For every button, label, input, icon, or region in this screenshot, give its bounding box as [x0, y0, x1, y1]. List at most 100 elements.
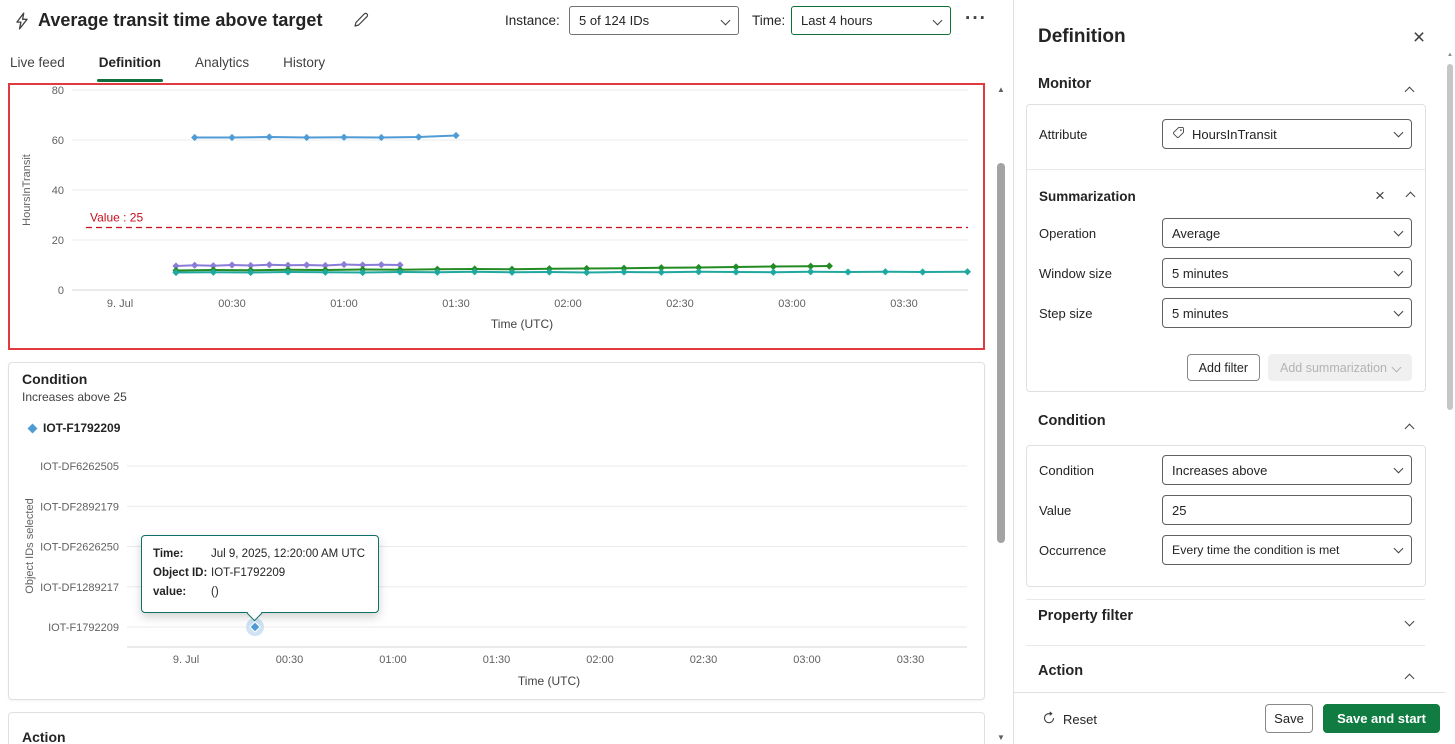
operation-dropdown[interactable]: Average	[1162, 218, 1412, 248]
svg-text:40: 40	[52, 185, 64, 197]
save-button[interactable]: Save	[1265, 704, 1313, 733]
svg-text:Time (UTC): Time (UTC)	[491, 317, 553, 331]
value-input[interactable]	[1172, 503, 1402, 518]
panel-scrollbar[interactable]: ▲	[1445, 0, 1455, 744]
section-property-filter-header[interactable]: Property filter	[1038, 608, 1133, 624]
svg-text:9. Jul: 9. Jul	[107, 298, 133, 310]
occurrence-dropdown[interactable]: Every time the condition is met	[1162, 535, 1412, 565]
svg-text:Value : 25: Value : 25	[90, 211, 143, 225]
svg-text:03:30: 03:30	[890, 298, 918, 310]
section-action-header[interactable]: Action	[1038, 663, 1083, 679]
chevron-up-icon[interactable]	[1399, 185, 1421, 207]
divider	[1026, 599, 1425, 600]
value-field[interactable]	[1162, 495, 1412, 525]
svg-text:IOT-DF1289217: IOT-DF1289217	[40, 582, 119, 594]
main-scrollbar-thumb[interactable]	[997, 163, 1005, 543]
chevron-down-icon	[1392, 363, 1402, 373]
definition-panel: Definition × Monitor Attribute HoursInTr…	[1013, 0, 1445, 744]
time-dropdown[interactable]: Last 4 hours	[791, 6, 951, 35]
chevron-up-icon[interactable]	[1406, 669, 1413, 687]
svg-text:Time (UTC): Time (UTC)	[518, 674, 580, 688]
edit-title-icon[interactable]	[353, 12, 369, 33]
tooltip-time-value: Jul 9, 2025, 12:20:00 AM UTC	[211, 545, 365, 564]
chevron-down-icon	[721, 16, 731, 26]
chevron-up-icon[interactable]	[1406, 82, 1413, 100]
operation-value: Average	[1172, 226, 1388, 241]
tab-definition[interactable]: Definition	[97, 46, 163, 83]
tab-analytics[interactable]: Analytics	[193, 46, 251, 83]
occurrence-value: Every time the condition is met	[1172, 543, 1388, 557]
svg-text:0: 0	[58, 285, 64, 297]
monitor-card: Attribute HoursInTransit Summarization ×…	[1026, 104, 1426, 392]
condition-value: Increases above	[1172, 463, 1388, 478]
svg-text:Object IDs selected: Object IDs selected	[24, 498, 36, 593]
attribute-dropdown[interactable]: HoursInTransit	[1162, 119, 1412, 149]
reset-button[interactable]: Reset	[1036, 704, 1103, 734]
svg-text:03:30: 03:30	[897, 654, 925, 666]
svg-text:IOT-F1792209: IOT-F1792209	[48, 622, 119, 634]
condition-label: Condition	[1039, 463, 1094, 478]
instance-dropdown[interactable]: 5 of 124 IDs	[569, 6, 739, 35]
scroll-up-icon[interactable]: ▲	[1445, 52, 1455, 58]
svg-text:01:30: 01:30	[442, 298, 470, 310]
tooltip-object-value: IOT-F1792209	[211, 564, 285, 583]
tab-bar: Live feed Definition Analytics History	[8, 46, 327, 83]
step-size-value: 5 minutes	[1172, 306, 1388, 321]
scroll-up-icon[interactable]: ▲	[993, 85, 1009, 94]
svg-text:00:30: 00:30	[218, 298, 246, 310]
scroll-down-icon[interactable]: ▼	[993, 733, 1009, 742]
chevron-down-icon[interactable]	[1406, 612, 1413, 630]
flow-icon	[13, 12, 31, 35]
svg-text:IOT-DF6262505: IOT-DF6262505	[40, 461, 119, 473]
time-label: Time:	[752, 13, 785, 28]
panel-scrollbar-thumb[interactable]	[1447, 64, 1453, 410]
svg-text:HoursInTransit: HoursInTransit	[21, 154, 33, 226]
svg-text:03:00: 03:00	[778, 298, 806, 310]
svg-text:20: 20	[52, 235, 64, 247]
condition-chart-card: Condition Increases above 25 IOT-F179220…	[8, 362, 985, 700]
window-size-dropdown[interactable]: 5 minutes	[1162, 258, 1412, 288]
svg-text:02:30: 02:30	[666, 298, 694, 310]
summarization-title: Summarization	[1039, 189, 1136, 204]
add-filter-button[interactable]: Add filter	[1187, 354, 1260, 381]
add-summarization-button[interactable]: Add summarization	[1268, 354, 1412, 381]
panel-footer: Reset Save Save and start	[1014, 692, 1445, 744]
operation-label: Operation	[1039, 226, 1096, 241]
tab-history[interactable]: History	[281, 46, 327, 83]
chevron-down-icon	[1394, 464, 1404, 474]
svg-text:80: 80	[52, 85, 64, 97]
occurrence-label: Occurrence	[1039, 543, 1106, 558]
divider	[1026, 645, 1425, 646]
tooltip-object-label: Object ID:	[153, 564, 211, 583]
tooltip-value-label: value:	[153, 583, 211, 602]
close-panel-icon[interactable]: ×	[1407, 26, 1431, 50]
chevron-up-icon[interactable]	[1406, 419, 1413, 437]
svg-text:01:00: 01:00	[330, 298, 358, 310]
chevron-down-icon	[1394, 128, 1404, 138]
more-options-button[interactable]: ···	[960, 4, 992, 34]
main-scrollbar[interactable]: ▲ ▼	[993, 83, 1009, 744]
step-size-dropdown[interactable]: 5 minutes	[1162, 298, 1412, 328]
attribute-label: Attribute	[1039, 127, 1087, 142]
step-size-label: Step size	[1039, 306, 1092, 321]
window-size-label: Window size	[1039, 266, 1112, 281]
legend-item[interactable]: IOT-F1792209	[29, 421, 120, 435]
window-size-value: 5 minutes	[1172, 266, 1388, 281]
remove-summarization-icon[interactable]: ×	[1369, 185, 1391, 207]
svg-text:60: 60	[52, 135, 64, 147]
monitor-chart-card[interactable]: 0 20 40 60 80 Value : 25 9. Jul 00:30 01:00 01:30…	[8, 83, 985, 350]
page-title: Average transit time above target	[38, 10, 322, 31]
save-and-start-button[interactable]: Save and start	[1323, 704, 1440, 733]
svg-text:IOT-DF2892179: IOT-DF2892179	[40, 501, 119, 513]
section-monitor-header[interactable]: Monitor	[1038, 76, 1091, 92]
monitor-chart[interactable]: 0 20 40 60 80 Value : 25 9. Jul 00:30 01:00 01:30…	[10, 85, 983, 348]
chevron-down-icon	[1394, 267, 1404, 277]
chevron-down-icon	[933, 16, 943, 26]
condition-dropdown[interactable]: Increases above	[1162, 455, 1412, 485]
app: Average transit time above target Instan…	[0, 0, 1455, 744]
tab-live-feed[interactable]: Live feed	[8, 46, 67, 83]
section-condition-header[interactable]: Condition	[1038, 413, 1106, 429]
panel-title: Definition	[1038, 26, 1126, 48]
value-label: Value	[1039, 503, 1071, 518]
svg-text:02:00: 02:00	[586, 654, 614, 666]
